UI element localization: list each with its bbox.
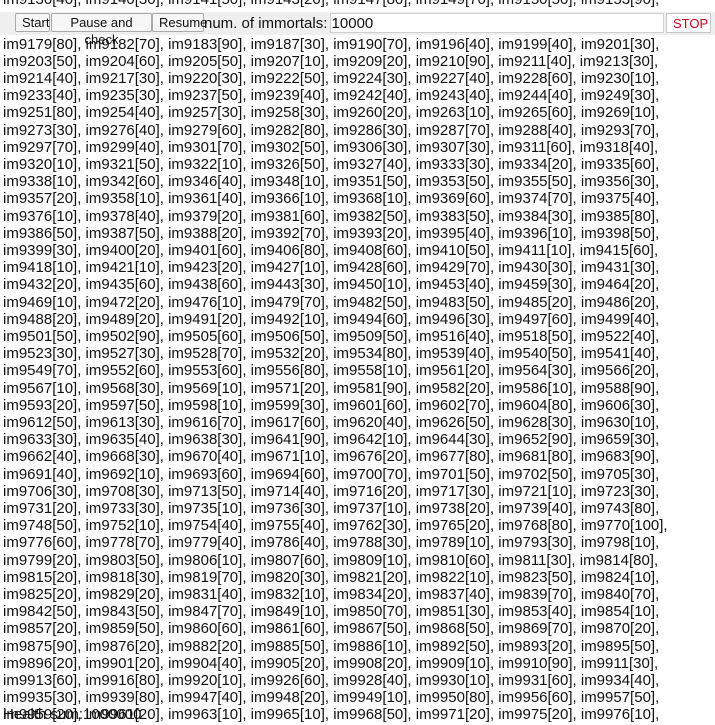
health-sum-value: 1000000 xyxy=(83,706,142,723)
stop-button[interactable]: STOP xyxy=(666,13,711,33)
output-line: im9233[40], im9235[30], im9237[50], im92… xyxy=(3,87,660,105)
output-line: im9896[20], im9901[20], im9904[40], im99… xyxy=(3,654,659,672)
output-line: im9731[20], im9733[30], im9735[10], im97… xyxy=(3,499,660,517)
output-line: im9706[30], im9708[30], im9713[50], im97… xyxy=(3,482,660,500)
output-line: im9815[20], im9818[30], im9819[70], im98… xyxy=(3,568,660,586)
immortals-count-field[interactable] xyxy=(330,13,664,33)
output-line: im9825[20], im9829[20], im9831[40], im98… xyxy=(3,586,660,603)
output-line: im9567[10], im9568[30], im9569[10], im95… xyxy=(3,379,660,397)
health-sum-label: Health sum: xyxy=(3,706,84,723)
output-line: im9297[70], im9299[40], im9301[70], im93… xyxy=(3,138,659,156)
output-line: im9320[10], im9321[50], im9322[10], im93… xyxy=(3,155,660,173)
output-window: im9130[40], im9140[30], im9141[50], im91… xyxy=(0,0,715,725)
control-toolbar: Start Pause and check Resume num. of imm… xyxy=(0,12,715,47)
output-line: im9913[60], im9916[80], im9920[10], im99… xyxy=(3,672,660,690)
output-line: im9633[30], im9635[40], im9638[30], im96… xyxy=(3,431,660,449)
output-line: im9662[40], im9668[30], im9670[40], im96… xyxy=(3,448,660,466)
health-sum: Health sum:1000000 xyxy=(3,706,141,723)
output-line: im9357[20], im9358[10], im9361[40], im93… xyxy=(3,190,660,208)
output-line: im9842[50], im9843[50], im9847[70], im98… xyxy=(3,603,660,621)
immortals-label-text: num. of immortals: xyxy=(204,15,328,32)
immortals-count-value: 10000 xyxy=(331,15,374,32)
output-line: im9501[50], im9502[90], im9505[60], im95… xyxy=(3,327,660,345)
output-line: im9214[40], im9217[30], im9220[30], im92… xyxy=(3,69,660,87)
output-line: im9469[10], im9472[20], im9476[10], im94… xyxy=(3,293,660,311)
output-line: im9203[50], im9204[60], im9205[50], im92… xyxy=(3,52,659,70)
output-line: im9691[40], im9692[10], im9693[60], im96… xyxy=(3,465,660,483)
output-line: im9549[70], im9552[60], im9553[60], im95… xyxy=(3,362,660,380)
output-line: im9338[10], im9342[60], im9346[40], im93… xyxy=(3,173,660,191)
output-line: im9593[20], im9597[50], im9598[10], im95… xyxy=(3,396,660,414)
output-line: im9612[50], im9613[30], im9616[70], im96… xyxy=(3,413,660,431)
output-line: im9432[20], im9435[60], im9438[60], im94… xyxy=(3,276,660,294)
output-line: im9857[20], im9859[50], im9860[60], im98… xyxy=(3,620,660,638)
output-line: im9251[80], im9254[40], im9257[30], im92… xyxy=(3,104,660,122)
output-line: im9799[20], im9803[50], im9806[10], im98… xyxy=(3,551,659,569)
start-button[interactable]: Start xyxy=(15,13,50,32)
output-partial-line: im9130[40], im9140[30], im9141[50], im91… xyxy=(3,0,659,8)
output-line: im9273[30], im9276[40], im9279[60], im92… xyxy=(3,121,660,139)
output-line: im9875[90], im9876[20], im9882[20], im98… xyxy=(3,637,660,655)
immortals-output-text: im9179[80], im9182[70], im9183[90], im91… xyxy=(3,36,711,725)
output-line: im9523[30], im9527[30], im9528[70], im95… xyxy=(3,345,660,363)
output-line: im9776[60], im9778[70], im9779[40], im97… xyxy=(3,534,660,552)
output-line: im9418[10], im9421[10], im9423[20], im94… xyxy=(3,259,660,277)
output-line: im9399[30], im9400[20], im9401[60], im94… xyxy=(3,241,659,259)
output-line: im9386[50], im9387[50], im9388[20], im93… xyxy=(3,224,660,242)
resume-button[interactable]: Resume xyxy=(152,13,207,32)
output-line: im9488[20], im9489[20], im9491[20], im94… xyxy=(3,310,660,328)
output-line: im9376[10], im9378[40], im9379[20], im93… xyxy=(3,207,660,225)
pause-and-check-button[interactable]: Pause and check xyxy=(51,13,152,47)
output-line: im9935[30], im9939[80], im9947[40], im99… xyxy=(3,689,660,707)
output-line: im9748[50], im9752[10], im9754[40], im97… xyxy=(3,517,668,535)
immortals-count-label: num. of immortals: 10000 xyxy=(204,14,373,33)
